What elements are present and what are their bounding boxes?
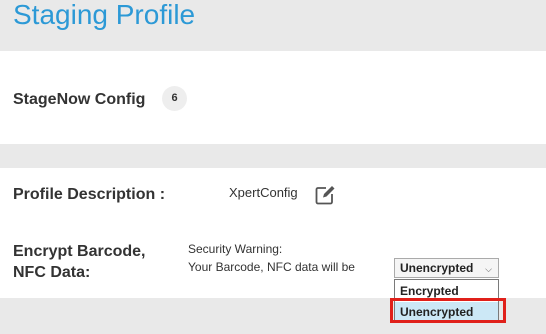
security-warning-message: Your Barcode, NFC data will be [188,260,355,274]
encryption-dropdown-list: Encrypted Unencrypted [394,279,499,323]
profile-description-value: XpertConfig [229,185,298,200]
stagenow-config-title: StageNow Config [13,91,146,108]
chevron-down-icon: ⌵ [485,264,492,274]
encrypt-label-line1: Encrypt Barcode, [13,243,146,260]
security-warning-heading: Security Warning: [188,242,283,256]
config-count-badge: 6 [162,86,187,111]
profile-description-label: Profile Description : [13,186,166,203]
page-title: Staging Profile [13,0,196,30]
encrypt-data-label: Encrypt Barcode, NFC Data: [13,241,145,283]
security-warning: Security Warning: Your Barcode, NFC data… [188,240,355,276]
encrypt-label-line2: NFC Data: [13,264,91,281]
option-encrypted[interactable]: Encrypted [395,281,498,301]
encryption-select[interactable]: Unencrypted ⌵ [394,258,499,278]
edit-icon[interactable] [314,184,336,206]
option-unencrypted[interactable]: Unencrypted [395,302,498,322]
encryption-select-value: Unencrypted [400,261,474,275]
